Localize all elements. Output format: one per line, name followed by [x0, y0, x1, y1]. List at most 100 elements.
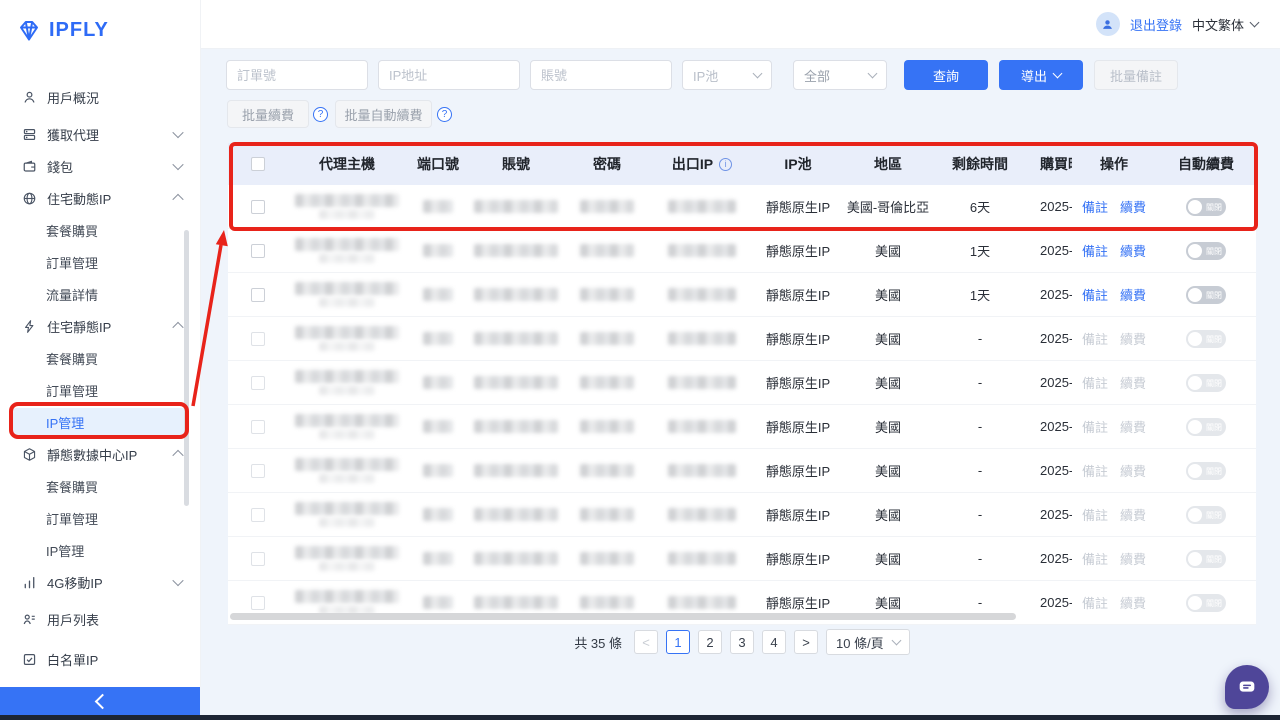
sidebar-item-get-proxy[interactable]: 獲取代理	[0, 118, 200, 150]
auto-renew-toggle[interactable]: 關閉	[1186, 198, 1226, 216]
user-avatar[interactable]	[1096, 12, 1120, 36]
redacted-text	[474, 464, 558, 477]
help-icon[interactable]: ?	[313, 107, 328, 122]
cell-remaining-time: -	[932, 317, 1028, 360]
page-button-3[interactable]: 3	[730, 630, 754, 654]
page-button-1[interactable]: 1	[666, 630, 690, 654]
sidebar-item-label: 獲取代理	[47, 125, 99, 144]
redacted-text	[423, 244, 453, 257]
ip-pool-select-value: IP池	[693, 66, 718, 85]
chevron-left-icon	[94, 693, 110, 709]
horizontal-scrollbar-thumb[interactable]	[230, 613, 1016, 620]
help-icon[interactable]: ?	[437, 107, 452, 122]
cell-proxy-host	[288, 229, 406, 272]
table-row: 靜態原生IP美國-2025-03備註續費關閉	[228, 493, 1256, 537]
cell-proxy-host	[288, 449, 406, 492]
chat-launcher-button[interactable]	[1225, 665, 1269, 709]
redacted-text	[668, 508, 736, 521]
sidebar-item-4g-mobile-ip[interactable]: 4G移動IP	[0, 566, 200, 598]
sidebar-item-dc-ip-management[interactable]: IP管理	[0, 534, 200, 566]
export-button[interactable]: 導出	[999, 60, 1083, 90]
row-checkbox[interactable]	[251, 508, 265, 522]
redacted-text	[423, 376, 453, 389]
row-checkbox[interactable]	[251, 464, 265, 478]
renew-link: 續費	[1120, 417, 1146, 436]
redacted-proxy-host	[295, 458, 399, 483]
auto-renew-toggle: 關閉	[1186, 330, 1226, 348]
pagination-total: 共 35 條	[574, 633, 622, 652]
chevron-down-icon	[172, 575, 183, 586]
sidebar-collapse-button[interactable]	[0, 687, 200, 715]
sidebar-nav: 用戶概況獲取代理錢包住宅動態IP套餐購買訂單管理流量詳情住宅靜態IP套餐購買訂單…	[0, 81, 200, 675]
column-header-label: 代理主機	[319, 154, 375, 174]
logout-link[interactable]: 退出登錄	[1130, 15, 1182, 34]
order-number-input[interactable]	[226, 60, 368, 90]
row-checkbox[interactable]	[251, 376, 265, 390]
column-header-5: 出口IPi	[652, 143, 752, 185]
chevron-down-icon	[172, 127, 183, 138]
sidebar-item-whitelist-ip[interactable]: 白名單IP	[0, 643, 200, 675]
ip-pool-select[interactable]: IP池	[682, 60, 772, 90]
sidebar-item-traffic-details[interactable]: 流量詳情	[0, 278, 200, 310]
page-button-4[interactable]: 4	[762, 630, 786, 654]
renew-link[interactable]: 續費	[1120, 241, 1146, 260]
account-input[interactable]	[530, 60, 672, 90]
pagination-next-button[interactable]: >	[794, 630, 818, 654]
toggle-off-label: 關閉	[1206, 242, 1222, 260]
sidebar-item-label: 訂單管理	[46, 253, 98, 272]
cell-exit-ip	[652, 361, 752, 404]
sidebar-item-residential-static-ip[interactable]: 住宅靜態IP	[0, 310, 200, 342]
redacted-text	[423, 596, 453, 609]
sidebar-item-user-overview[interactable]: 用戶概況	[0, 81, 200, 113]
auto-renew-toggle[interactable]: 關閉	[1186, 286, 1226, 304]
brand-logo[interactable]: IPFLY	[16, 17, 109, 43]
row-checkbox[interactable]	[251, 288, 265, 302]
table-header-row: 代理主機端口號賬號密碼出口IPiIP池地區剩餘時間購買時間操作自動續費	[228, 143, 1256, 185]
sidebar-item-dc-order-management[interactable]: 訂單管理	[0, 502, 200, 534]
cell-ip-pool: 靜態原生IP	[752, 449, 844, 492]
sidebar-item-static-datacenter-ip[interactable]: 靜態數據中心IP	[0, 438, 200, 470]
sidebar-item-dc-package-purchase[interactable]: 套餐購買	[0, 470, 200, 502]
cell-region: 美國-哥倫比亞	[844, 185, 932, 228]
row-checkbox[interactable]	[251, 244, 265, 258]
row-checkbox[interactable]	[251, 200, 265, 214]
sidebar-item-static-package-purchase[interactable]: 套餐購買	[0, 342, 200, 374]
redacted-text	[580, 288, 634, 301]
row-checkbox[interactable]	[251, 332, 265, 346]
note-link[interactable]: 備註	[1082, 285, 1108, 304]
sidebar-item-label: 錢包	[47, 157, 73, 176]
table-row: 靜態原生IP美國-2025-03備註續費關閉	[228, 317, 1256, 361]
redacted-text	[474, 376, 558, 389]
sidebar-item-residential-dynamic-ip[interactable]: 住宅動態IP	[0, 182, 200, 214]
pagination-pages: 1234	[666, 630, 786, 654]
page-button-2[interactable]: 2	[698, 630, 722, 654]
note-link[interactable]: 備註	[1082, 241, 1108, 260]
sidebar-item-dynamic-package-purchase[interactable]: 套餐購買	[0, 214, 200, 246]
sidebar-item-user-list[interactable]: 用戶列表	[0, 603, 200, 635]
column-header-label: 賬號	[502, 154, 530, 174]
row-checkbox[interactable]	[251, 420, 265, 434]
row-checkbox[interactable]	[251, 552, 265, 566]
row-checkbox[interactable]	[251, 596, 265, 610]
auto-renew-toggle[interactable]: 關閉	[1186, 242, 1226, 260]
renew-link[interactable]: 續費	[1120, 197, 1146, 216]
sidebar-scrollbar[interactable]	[184, 230, 189, 506]
sidebar-item-wallet[interactable]: 錢包	[0, 150, 200, 182]
info-circle-icon[interactable]: i	[719, 158, 732, 171]
sidebar-item-static-ip-management[interactable]: IP管理	[13, 408, 187, 436]
status-select[interactable]: 全部	[793, 60, 887, 90]
select-all-checkbox[interactable]	[251, 157, 265, 171]
ip-address-input[interactable]	[378, 60, 520, 90]
redacted-proxy-host	[295, 326, 399, 351]
auto-renew-toggle: 關閉	[1186, 418, 1226, 436]
sidebar-item-dynamic-order-management[interactable]: 訂單管理	[0, 246, 200, 278]
sidebar-item-static-order-management[interactable]: 訂單管理	[0, 374, 200, 406]
column-header-3: 賬號	[470, 143, 562, 185]
note-link[interactable]: 備註	[1082, 197, 1108, 216]
page-size-select[interactable]: 10 條/頁	[826, 629, 910, 655]
renew-link[interactable]: 續費	[1120, 285, 1146, 304]
search-button[interactable]: 查詢	[904, 60, 988, 90]
language-select[interactable]: 中文繁体	[1192, 15, 1258, 34]
renew-link: 續費	[1120, 505, 1146, 524]
table-row: 靜態原生IP美國-2025-03備註續費關閉	[228, 537, 1256, 581]
